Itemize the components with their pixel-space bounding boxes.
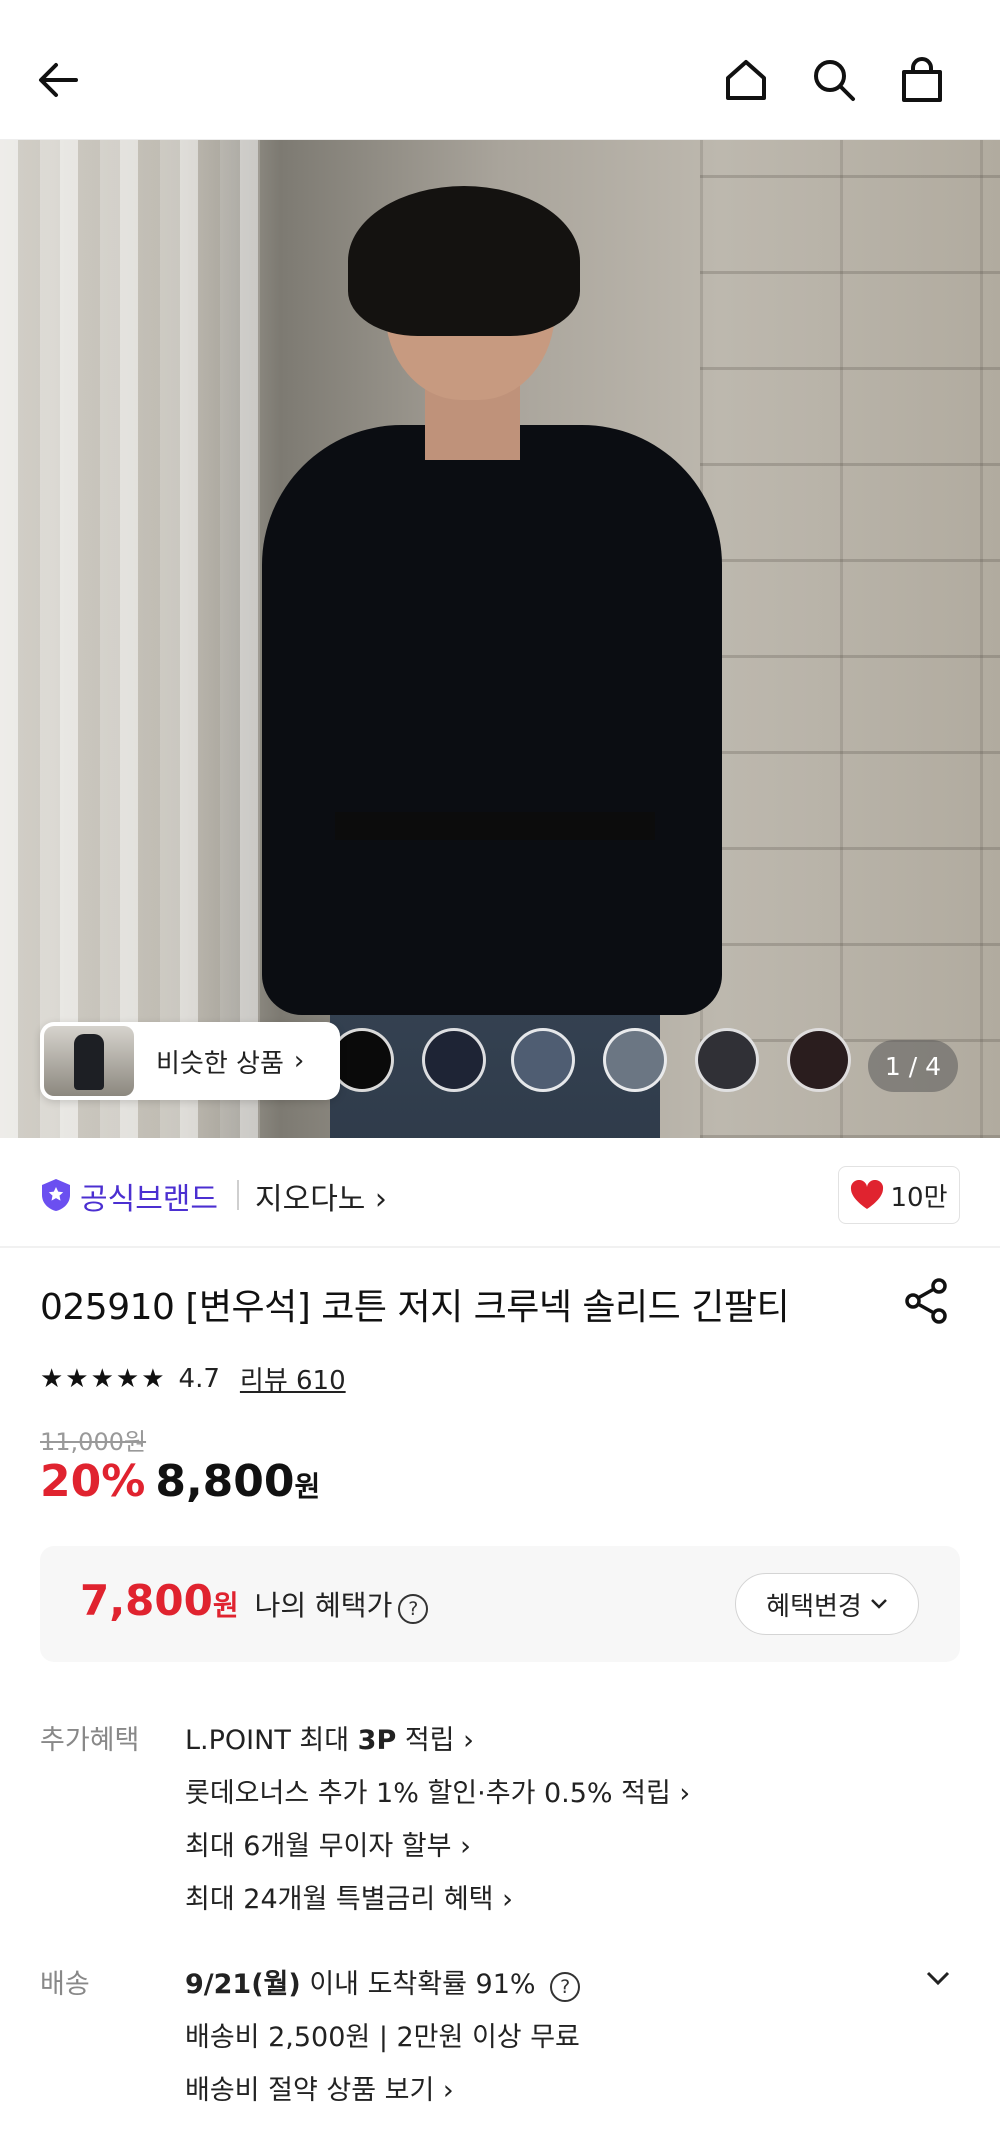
lpoint-pre: L.POINT 최대	[185, 1725, 358, 1756]
like-button[interactable]: 10만	[838, 1166, 960, 1224]
shipping-fee: 배송비 2,500원 | 2만원 이상 무료	[185, 2022, 580, 2053]
model-shirt	[262, 425, 722, 1015]
shipping-label: 배송	[40, 1969, 90, 2000]
model-hair	[348, 186, 580, 336]
delivery-estimate: 9/21(월) 이내 도착확률 91% ?	[185, 1962, 581, 2002]
delivery-date: 9/21(월)	[185, 1969, 301, 2000]
special-rate-benefit[interactable]: 최대 24개월 특별금리 혜택 ›	[185, 1877, 513, 1916]
top-app-bar	[0, 0, 1000, 140]
shipping-saving-link[interactable]: 배송비 절약 상품 보기 ›	[185, 2068, 454, 2107]
like-count: 10만	[890, 1182, 948, 1213]
benefit-price-box: 7,800 원 나의 혜택가 ? 혜택변경	[40, 1546, 960, 1662]
review-link[interactable]: 리뷰 610	[240, 1360, 346, 1397]
official-badge-icon	[42, 1179, 70, 1211]
installment-benefit[interactable]: 최대 6개월 무이자 할부 ›	[185, 1824, 471, 1863]
similar-thumbnail	[44, 1026, 134, 1096]
search-icon[interactable]	[798, 44, 870, 116]
wall-background	[700, 140, 1000, 1138]
product-image[interactable]: 비슷한 상품 › 1 / 4	[0, 140, 1000, 1138]
change-benefit-button[interactable]: 혜택변경	[735, 1573, 919, 1635]
chevron-down-icon[interactable]	[922, 1962, 954, 1994]
heart-icon	[851, 1180, 884, 1209]
lpoint-benefit[interactable]: L.POINT 최대 3P 적립 ›	[185, 1718, 474, 1757]
official-brand-label: 공식브랜드	[80, 1182, 218, 1217]
benefit-price: 7,800 원 나의 혜택가 ?	[80, 1576, 429, 1625]
rating-row: ★★★★★ 4.7 리뷰 610	[40, 1360, 346, 1397]
similar-products-button[interactable]: 비슷한 상품 ›	[40, 1022, 340, 1100]
shopping-bag-icon[interactable]	[886, 44, 958, 116]
share-icon[interactable]	[902, 1276, 952, 1326]
benefit-price-value: 7,800	[80, 1576, 213, 1625]
chevron-down-icon	[870, 1599, 887, 1609]
extra-benefits-label: 추가혜택	[40, 1725, 140, 1756]
back-arrow-icon[interactable]	[22, 44, 94, 116]
color-swatch-4[interactable]	[603, 1028, 667, 1092]
curtain-background	[0, 140, 260, 1138]
price-row: 20% 8,800 원	[40, 1456, 320, 1507]
color-swatch-3[interactable]	[511, 1028, 575, 1092]
delivery-probability: 이내 도착확률 91%	[300, 1969, 536, 2000]
discount-rate: 20%	[40, 1456, 146, 1507]
color-swatch-2[interactable]	[422, 1028, 486, 1092]
model-belt	[335, 812, 655, 840]
lpoint-post: 적립 ›	[396, 1725, 474, 1756]
brand-name-link[interactable]: 지오다노 ›	[255, 1174, 387, 1218]
chevron-right-icon: ›	[293, 1046, 305, 1076]
home-icon[interactable]	[710, 44, 782, 116]
help-icon[interactable]: ?	[398, 1594, 429, 1624]
sale-price: 8,800	[155, 1456, 295, 1507]
rating-value: 4.7	[178, 1363, 220, 1394]
price-unit: 원	[294, 1470, 321, 1503]
divider	[237, 1180, 239, 1210]
image-counter: 1 / 4	[868, 1040, 958, 1092]
color-swatch-6[interactable]	[787, 1028, 851, 1092]
help-icon[interactable]: ?	[550, 1972, 581, 2002]
change-benefit-label: 혜택변경	[766, 1591, 862, 1622]
lotte-owners-benefit[interactable]: 롯데오너스 추가 1% 할인·추가 0.5% 적립 ›	[185, 1771, 690, 1810]
brand-bar: 공식브랜드 지오다노 › 10만	[0, 1138, 1000, 1248]
product-title: 025910 [변우석] 코튼 저지 크루넥 솔리드 긴팔티	[40, 1287, 790, 1328]
benefit-price-label: 나의 혜택가	[254, 1589, 393, 1622]
lpoint-amount: 3P	[357, 1725, 397, 1756]
similar-label: 비슷한 상품	[156, 1048, 284, 1079]
original-price: 11,000원	[40, 1428, 147, 1456]
color-swatch-5[interactable]	[695, 1028, 759, 1092]
star-rating-icon: ★★★★★	[40, 1363, 167, 1394]
benefit-price-unit: 원	[212, 1589, 239, 1622]
